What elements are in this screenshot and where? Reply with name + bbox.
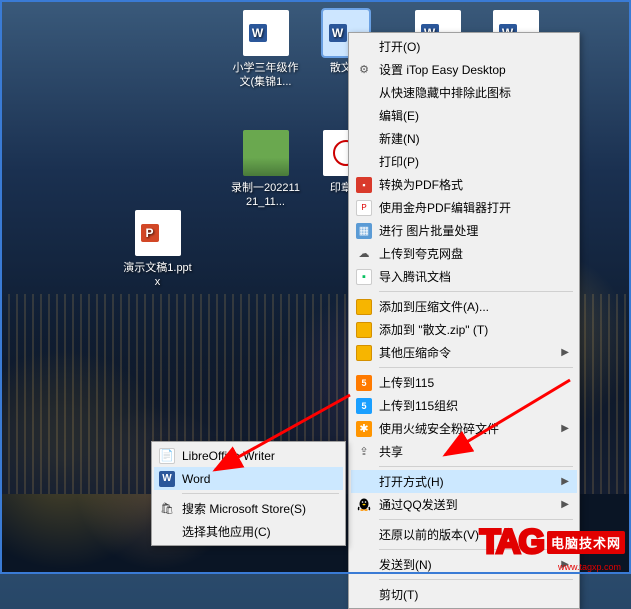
tencent-doc-icon: ▪ bbox=[356, 269, 372, 285]
powerpoint-icon bbox=[135, 210, 181, 256]
context-submenu-open-with: 📄 LibreOffice Writer W Word 🛍 搜索 Microsoft … bbox=[151, 441, 346, 546]
menu-label: 添加到压缩文件(A)... bbox=[379, 298, 489, 315]
menu-label: 编辑(E) bbox=[379, 107, 419, 124]
submenu-word[interactable]: W Word bbox=[154, 467, 343, 490]
icon-label: 演示文稿1.pptx bbox=[120, 260, 195, 291]
menu-separator bbox=[379, 579, 573, 580]
pdf-icon: ▪ bbox=[356, 177, 372, 193]
menu-label: 使用金舟PDF编辑器打开 bbox=[379, 199, 511, 216]
file-icon-word-1[interactable]: 小学三年级作文(集锦1... bbox=[228, 10, 303, 91]
image-icon: ▦ bbox=[356, 223, 372, 239]
zip-icon bbox=[356, 322, 372, 338]
menu-tencent[interactable]: ▪ 导入腾讯文档 bbox=[351, 265, 577, 288]
menu-qq-send[interactable]: 通过QQ发送到 ▶ bbox=[351, 493, 577, 516]
menu-label: 使用火绒安全粉碎文件 bbox=[379, 420, 499, 437]
menu-quark[interactable]: ☁ 上传到夸克网盘 bbox=[351, 242, 577, 265]
chevron-right-icon: ▶ bbox=[561, 423, 569, 434]
huorong-icon: ✱ bbox=[356, 421, 372, 437]
menu-label: 上传到夸克网盘 bbox=[379, 245, 463, 262]
menu-label: 通过QQ发送到 bbox=[379, 496, 458, 513]
watermark-logo: TAG 电脑技术网 www.tagxp.com bbox=[480, 523, 625, 562]
chevron-right-icon: ▶ bbox=[561, 499, 569, 510]
menu-label: 选择其他应用(C) bbox=[182, 523, 271, 540]
menu-hide[interactable]: 从快速隐藏中排除此图标 bbox=[351, 81, 577, 104]
menu-label: 上传到115 bbox=[379, 374, 434, 391]
watermark-url: www.tagxp.com bbox=[558, 562, 621, 572]
menu-label: 导入腾讯文档 bbox=[379, 268, 451, 285]
menu-add-zip-t[interactable]: 添加到 "散文.zip" (T) bbox=[351, 318, 577, 341]
watermark-tag: TAG bbox=[480, 523, 543, 562]
menu-separator bbox=[379, 367, 573, 368]
menu-separator bbox=[379, 291, 573, 292]
icon-label: 小学三年级作文(集锦1... bbox=[228, 60, 303, 91]
menu-jz-pdf[interactable]: P 使用金舟PDF编辑器打开 bbox=[351, 196, 577, 219]
menu-huorong[interactable]: ✱ 使用火绒安全粉碎文件 ▶ bbox=[351, 417, 577, 440]
menu-label: 打开方式(H) bbox=[379, 473, 444, 490]
share-icon: ⇪ bbox=[356, 444, 372, 460]
menu-add-zip-a[interactable]: 添加到压缩文件(A)... bbox=[351, 295, 577, 318]
menu-itop[interactable]: ⚙ 设置 iTop Easy Desktop bbox=[351, 58, 577, 81]
menu-label: 发送到(N) bbox=[379, 556, 432, 573]
menu-label: 进行 图片批量处理 bbox=[379, 222, 478, 239]
menu-label: 搜索 Microsoft Store(S) bbox=[182, 500, 306, 517]
word-icon bbox=[243, 10, 289, 56]
file-icon-video[interactable]: 录制一20221121_11... bbox=[228, 130, 303, 211]
menu-label: 设置 iTop Easy Desktop bbox=[379, 61, 506, 78]
menu-separator bbox=[379, 466, 573, 467]
menu-share[interactable]: ⇪ 共享 bbox=[351, 440, 577, 463]
pdf-editor-icon: P bbox=[356, 200, 372, 216]
menu-label: 打开(O) bbox=[379, 38, 420, 55]
115-org-icon: 5 bbox=[356, 398, 372, 414]
cut-icon bbox=[356, 587, 372, 603]
115-icon: 5 bbox=[356, 375, 372, 391]
menu-print[interactable]: 打印(P) bbox=[351, 150, 577, 173]
menu-115-org[interactable]: 5 上传到115组织 bbox=[351, 394, 577, 417]
menu-separator bbox=[182, 493, 339, 494]
watermark-site: 电脑技术网 bbox=[547, 531, 625, 554]
menu-label: 还原以前的版本(V) bbox=[379, 526, 479, 543]
submenu-other[interactable]: 选择其他应用(C) bbox=[154, 520, 343, 543]
chevron-right-icon: ▶ bbox=[561, 476, 569, 487]
video-thumb-icon bbox=[243, 130, 289, 176]
chevron-right-icon: ▶ bbox=[561, 347, 569, 358]
menu-open[interactable]: 打开(O) bbox=[351, 35, 577, 58]
menu-separator bbox=[379, 519, 573, 520]
menu-115[interactable]: 5 上传到115 bbox=[351, 371, 577, 394]
menu-label: 从快速隐藏中排除此图标 bbox=[379, 84, 511, 101]
word-app-icon: W bbox=[159, 471, 175, 487]
zip-icon bbox=[356, 345, 372, 361]
menu-label: 其他压缩命令 bbox=[379, 344, 451, 361]
qq-icon bbox=[356, 497, 372, 513]
submenu-libreoffice[interactable]: 📄 LibreOffice Writer bbox=[154, 444, 343, 467]
menu-label: LibreOffice Writer bbox=[182, 449, 275, 463]
libreoffice-icon: 📄 bbox=[159, 448, 175, 464]
menu-label: Word bbox=[182, 472, 210, 486]
file-icon-ppt[interactable]: 演示文稿1.pptx bbox=[120, 210, 195, 291]
menu-edit[interactable]: 编辑(E) bbox=[351, 104, 577, 127]
menu-to-pdf[interactable]: ▪ 转换为PDF格式 bbox=[351, 173, 577, 196]
menu-label: 新建(N) bbox=[379, 130, 420, 147]
icon-label: 录制一20221121_11... bbox=[228, 180, 303, 211]
menu-label: 上传到115组织 bbox=[379, 397, 458, 414]
menu-label: 打印(P) bbox=[379, 153, 419, 170]
menu-label: 添加到 "散文.zip" (T) bbox=[379, 321, 488, 338]
menu-label: 共享 bbox=[379, 443, 403, 460]
cloud-icon: ☁ bbox=[356, 246, 372, 262]
menu-label: 剪切(T) bbox=[379, 586, 418, 603]
gear-icon: ⚙ bbox=[356, 62, 372, 78]
menu-label: 转换为PDF格式 bbox=[379, 176, 463, 193]
menu-other-zip[interactable]: 其他压缩命令 ▶ bbox=[351, 341, 577, 364]
ms-store-icon: 🛍 bbox=[159, 501, 175, 517]
menu-batch-image[interactable]: ▦ 进行 图片批量处理 bbox=[351, 219, 577, 242]
menu-open-with[interactable]: 打开方式(H) ▶ bbox=[351, 470, 577, 493]
menu-new[interactable]: 新建(N) bbox=[351, 127, 577, 150]
menu-cut[interactable]: 剪切(T) bbox=[351, 583, 577, 606]
submenu-store[interactable]: 🛍 搜索 Microsoft Store(S) bbox=[154, 497, 343, 520]
zip-icon bbox=[356, 299, 372, 315]
